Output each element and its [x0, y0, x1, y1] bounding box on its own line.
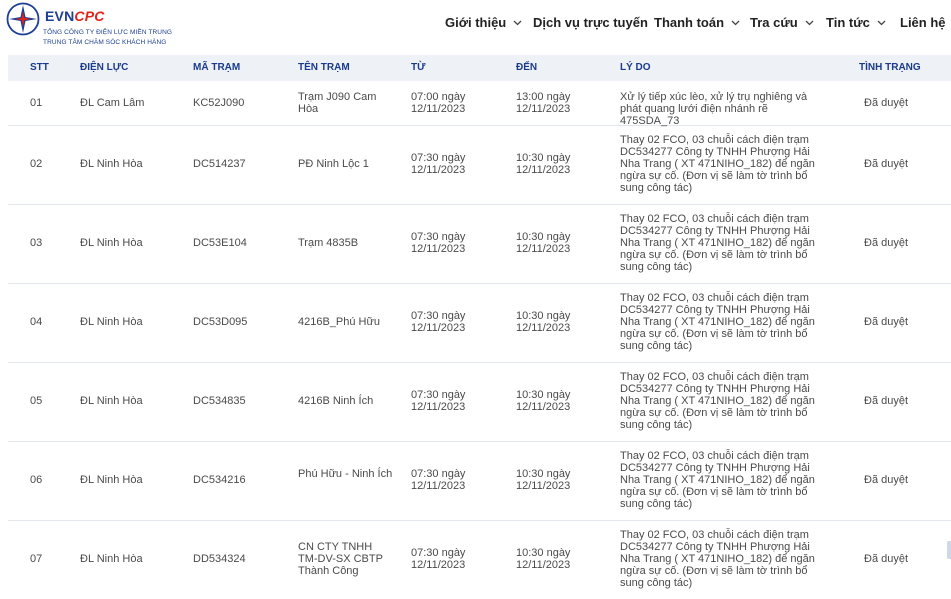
th-ma-tram: Mã trạm	[193, 62, 241, 73]
cell-ly-do: Thay 02 FCO, 03 chuỗi cách điện trạm DC5…	[620, 134, 815, 194]
cell-den: 10:30 ngày 12/11/2023	[516, 547, 571, 571]
cell-ly-do: Thay 02 FCO, 03 chuỗi cách điện trạm DC5…	[620, 371, 815, 431]
cell-stt: 01	[30, 97, 43, 109]
nav-thanh-toan[interactable]: Thanh toán	[654, 15, 741, 30]
cell-stt: 03	[30, 237, 43, 249]
cell-tinh-trang: Đã duyệt	[864, 237, 909, 249]
cell-stt: 07	[30, 553, 43, 565]
table-row: 03 ĐL Ninh Hòa DC53E104 Trạm 4835B 07:30…	[8, 205, 951, 284]
cell-ma-tram: DC534835	[193, 395, 246, 407]
cell-ten-tram: Trạm J090 Cam Hòa	[298, 91, 377, 115]
cell-tu: 07:30 ngày 12/11/2023	[411, 389, 466, 413]
evn-logo-icon	[6, 2, 40, 36]
cell-tinh-trang: Đã duyệt	[864, 158, 909, 170]
chevron-down-icon	[805, 20, 814, 26]
cell-tinh-trang: Đã duyệt	[864, 395, 909, 407]
cell-ten-tram: Trạm 4835B	[298, 237, 359, 249]
table-row: 01 ĐL Cam Lâm KC52J090 Trạm J090 Cam Hòa…	[8, 81, 951, 127]
cell-tinh-trang: Đã duyệt	[864, 97, 909, 109]
logo-brand-evn: EVN	[45, 8, 75, 24]
cell-stt: 06	[30, 474, 43, 486]
cell-ma-tram: DC53E104	[193, 237, 247, 249]
cell-ly-do: Thay 02 FCO, 03 chuỗi cách điện trạm DC5…	[620, 450, 815, 510]
cell-den: 13:00 ngày 12/11/2023	[516, 91, 571, 115]
cell-stt: 05	[30, 395, 43, 407]
cell-tu: 07:30 ngày 12/11/2023	[411, 468, 466, 492]
nav-item-label: Thanh toán	[654, 15, 725, 30]
th-den: Đến	[516, 62, 538, 73]
cell-den: 10:30 ngày 12/11/2023	[516, 389, 571, 413]
cell-stt: 02	[30, 158, 43, 170]
table-row: 07 ĐL Ninh Hòa DD534324 CN CTY TNHH TM-D…	[8, 521, 951, 599]
cell-ly-do: Thay 02 FCO, 03 chuỗi cách điện trạm DC5…	[620, 529, 815, 589]
cell-ma-tram: KC52J090	[193, 97, 245, 109]
th-tinh-trang: Tình trạng	[859, 62, 921, 73]
nav-item-label: Liên hệ	[900, 15, 946, 30]
cell-ly-do: Thay 02 FCO, 03 chuỗi cách điện trạm DC5…	[620, 292, 815, 352]
cell-den: 10:30 ngày 12/11/2023	[516, 152, 571, 176]
cell-ma-tram: DD534324	[193, 553, 246, 565]
cell-ten-tram: 4216B_Phú Hữu	[298, 316, 380, 328]
nav-dich-vu-truc-tuyen[interactable]: Dịch vụ trực tuyến	[533, 15, 648, 30]
evncpc-logo[interactable]: EVNCPC TỔNG CÔNG TY ĐIỆN LỰC MIỀN TRUNG …	[6, 2, 196, 50]
cell-dien-luc: ĐL Ninh Hòa	[80, 316, 143, 328]
nav-lien-he[interactable]: Liên hệ	[900, 15, 946, 30]
cell-den: 10:30 ngày 12/11/2023	[516, 468, 571, 492]
cell-dien-luc: ĐL Ninh Hòa	[80, 553, 143, 565]
cell-dien-luc: ĐL Cam Lâm	[80, 97, 145, 109]
cell-ly-do: Thay 02 FCO, 03 chuỗi cách điện trạm DC5…	[620, 213, 815, 273]
table-row: 05 ĐL Ninh Hòa DC534835 4216B Ninh Ích 0…	[8, 363, 951, 442]
cell-tinh-trang: Đã duyệt	[864, 316, 909, 328]
cell-ma-tram: DC514237	[193, 158, 246, 170]
cell-ma-tram: DC53D095	[193, 316, 248, 328]
nav-item-label: Giới thiệu	[445, 15, 507, 30]
cell-tu: 07:30 ngày 12/11/2023	[411, 231, 466, 255]
chevron-down-icon	[731, 20, 740, 26]
side-scroll-tab[interactable]	[947, 541, 951, 559]
cell-tinh-trang: Đã duyệt	[864, 553, 909, 565]
logo-company-name: TỔNG CÔNG TY ĐIỆN LỰC MIỀN TRUNG	[43, 29, 173, 36]
th-ten-tram: Tên trạm	[298, 62, 350, 73]
table-header: STT Điện lực Mã trạm Tên trạm Từ Đến Lý …	[8, 55, 951, 81]
cell-stt: 04	[30, 316, 43, 328]
cell-den: 10:30 ngày 12/11/2023	[516, 310, 571, 334]
th-stt: STT	[30, 62, 49, 73]
logo-brand-cpc: CPC	[74, 8, 105, 24]
cell-ma-tram: DC534216	[193, 474, 246, 486]
cell-dien-luc: ĐL Ninh Hòa	[80, 474, 143, 486]
table-row: 04 ĐL Ninh Hòa DC53D095 4216B_Phú Hữu 07…	[8, 284, 951, 363]
th-dien-luc: Điện lực	[80, 62, 129, 73]
site-header: EVNCPC TỔNG CÔNG TY ĐIỆN LỰC MIỀN TRUNG …	[0, 0, 951, 52]
cell-ten-tram: CN CTY TNHH TM-DV-SX CBTP Thành Công	[298, 541, 383, 577]
chevron-down-icon	[513, 20, 522, 26]
nav-item-label: Dịch vụ trực tuyến	[533, 15, 648, 30]
cell-tu: 07:30 ngày 12/11/2023	[411, 547, 466, 571]
nav-tra-cuu[interactable]: Tra cứu	[750, 15, 815, 30]
chevron-down-icon	[877, 20, 886, 26]
cell-den: 10:30 ngày 12/11/2023	[516, 231, 571, 255]
nav-gioi-thieu[interactable]: Giới thiệu	[445, 15, 523, 30]
nav-tin-tuc[interactable]: Tin tức	[826, 15, 887, 30]
cell-tu: 07:30 ngày 12/11/2023	[411, 152, 466, 176]
table-row: 02 ĐL Ninh Hòa DC514237 PĐ Ninh Lộc 1 07…	[8, 126, 951, 205]
nav-item-label: Tin tức	[826, 15, 870, 30]
table-row: 06 ĐL Ninh Hòa DC534216 Phú Hữu - Ninh Í…	[8, 442, 951, 521]
cell-dien-luc: ĐL Ninh Hòa	[80, 158, 143, 170]
cell-tu: 07:00 ngày 12/11/2023	[411, 91, 466, 115]
cell-tu: 07:30 ngày 12/11/2023	[411, 310, 466, 334]
cell-ten-tram: 4216B Ninh Ích	[298, 395, 374, 407]
th-ly-do: Lý do	[620, 62, 651, 73]
th-tu: Từ	[411, 62, 426, 73]
logo-brand: EVNCPC	[45, 8, 105, 24]
logo-center-name: TRUNG TÂM CHĂM SÓC KHÁCH HÀNG	[43, 39, 167, 46]
cell-dien-luc: ĐL Ninh Hòa	[80, 237, 143, 249]
cell-ten-tram: Phú Hữu - Ninh Ích	[298, 468, 393, 480]
cell-ly-do: Xử lý tiếp xúc lèo, xử lý trụ nghiêng và…	[620, 91, 808, 127]
cell-ten-tram: PĐ Ninh Lộc 1	[298, 158, 369, 170]
cell-tinh-trang: Đã duyệt	[864, 474, 909, 486]
nav-item-label: Tra cứu	[750, 15, 798, 30]
cell-dien-luc: ĐL Ninh Hòa	[80, 395, 143, 407]
